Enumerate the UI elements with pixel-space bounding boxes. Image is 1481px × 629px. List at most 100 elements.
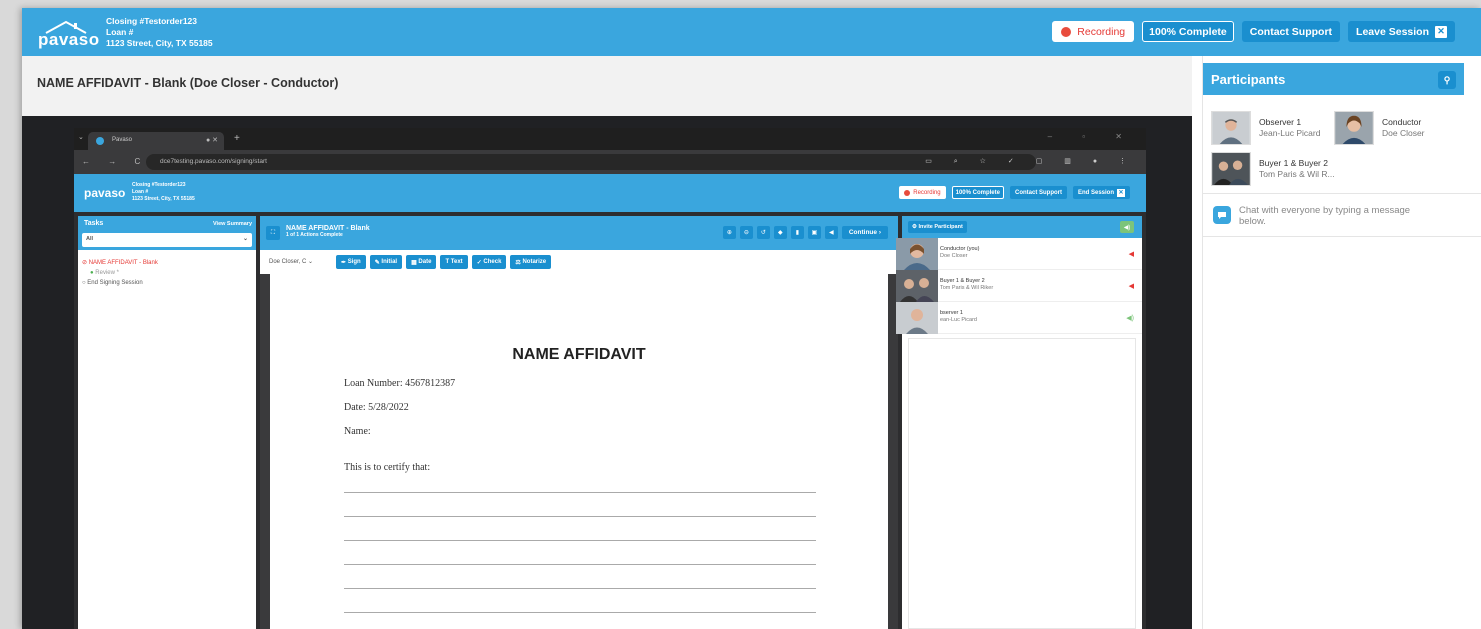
save-icon[interactable]: ▣ (807, 226, 821, 239)
browser-tab[interactable]: Pavaso ● ✕ (88, 132, 224, 150)
mic-muted-icon[interactable]: ◀ (1129, 250, 1134, 258)
inner-closing-info: Closing #Testorder123 Loan # 1123 Street… (132, 182, 195, 203)
mic-muted-icon[interactable]: ◀ (1129, 282, 1134, 290)
initial-field-button[interactable]: ✎ Initial (369, 255, 403, 269)
actions-complete: 1 of 1 Actions Complete (286, 232, 343, 238)
inner-actions: Recording 100% Complete Contact Support … (899, 186, 1130, 199)
browser-toolbar-icons: ▭ ⌕ ☆ ✓ ▢ ▥ ● ⋮ (925, 158, 1136, 165)
new-tab-icon: + (234, 133, 240, 144)
contact-support-button[interactable]: Contact Support (1241, 21, 1341, 42)
document-title-bar: NAME AFFIDAVIT - Blank (Doe Closer - Con… (22, 56, 1192, 116)
inner-participant-row[interactable]: Conductor (you) Doe Closer ◀ (896, 238, 1142, 270)
continue-button[interactable]: Continue › (841, 226, 888, 239)
top-bar: pavaso Closing #Testorder123 Loan # 1123… (22, 8, 1481, 56)
task-subitem[interactable]: ● Review * (82, 268, 252, 278)
speaker-icon[interactable]: ◀) (1120, 221, 1134, 233)
participant-card[interactable]: Buyer 1 & Buyer 2 Tom Paris & Wil R... (1211, 152, 1381, 186)
inner-participants-header: ⚙ Invite Participant ◀) (902, 216, 1142, 238)
page-icon[interactable]: ▮ (790, 226, 804, 239)
closing-info: Closing #Testorder123 Loan # 1123 Street… (106, 16, 213, 49)
participant-role: Buyer 1 & Buyer 2 (1259, 158, 1328, 168)
inner-loan-number: Loan # (132, 189, 149, 195)
participants-header: Participants ⚲ (1203, 63, 1464, 95)
tasks-header: Tasks View Summary All ⌄ (78, 216, 256, 250)
task-item-label: End Signing Session (87, 280, 143, 286)
property-address: 1123 Street, City, TX 55185 (106, 38, 213, 48)
tab-title: Pavaso (112, 137, 133, 143)
task-item[interactable]: ○ End Signing Session (82, 278, 252, 288)
close-icon: ✕ (1435, 25, 1447, 38)
thumbnails-icon[interactable]: ⛶ (266, 226, 280, 240)
inner-signing-app: pavaso Closing #Testorder123 Loan # 1123… (74, 174, 1146, 629)
name-line[interactable]: Name: (344, 426, 371, 437)
recording-button[interactable]: Recording (1052, 21, 1135, 42)
task-item-label: NAME AFFIDAVIT - Blank (88, 260, 158, 266)
blank-line (344, 540, 816, 541)
invite-participant-button[interactable]: ⚙ Invite Participant (908, 221, 967, 233)
record-dot-icon (1061, 26, 1072, 37)
page-heading: NAME AFFIDAVIT (512, 346, 646, 363)
inner-close-icon: ✕ (1117, 188, 1125, 197)
inner-participant-row[interactable]: bserver 1 ean-Luc Picard ◀) (896, 302, 1142, 334)
participant-person: Tom Paris & Wil Riker (940, 285, 994, 291)
chat-icon (1213, 206, 1231, 224)
inner-recording-button[interactable]: Recording (899, 186, 946, 199)
zoom-out-icon[interactable]: ⊖ (739, 226, 753, 239)
leave-session-button[interactable]: Leave Session ✕ (1348, 21, 1455, 42)
inner-participant-name: Buyer 1 & Buyer 2 Tom Paris & Wil Riker (940, 278, 993, 292)
undo-icon[interactable]: ↺ (756, 226, 770, 239)
sign-label: Sign (347, 259, 361, 265)
chat-placeholder[interactable]: Chat with everyone by typing a message b… (1239, 205, 1439, 227)
pin-icon[interactable]: ⚲ (1438, 71, 1456, 89)
avatar (1211, 152, 1251, 186)
inner-participants-pane: ⚙ Invite Participant ◀) Conductor (you) D… (896, 216, 1142, 629)
tab-search-icon: ⌄ (78, 134, 84, 141)
participant-person: Jean-Luc Picard (1259, 128, 1321, 138)
completion-badge[interactable]: 100% Complete (1142, 21, 1234, 42)
inner-top-bar: pavaso Closing #Testorder123 Loan # 1123… (74, 174, 1146, 212)
task-filter-select[interactable]: All ⌄ (82, 233, 252, 247)
check-field-button[interactable]: ✓ Check (471, 255, 507, 269)
inner-contact-support-button[interactable]: Contact Support (1009, 186, 1067, 199)
page-viewport: NAME AFFIDAVIT Loan Number: 4567812387 D… (260, 274, 898, 629)
avatar (1211, 111, 1251, 145)
tag-icon[interactable]: ◆ (773, 226, 787, 239)
leave-session-label: Leave Session (1356, 25, 1429, 38)
inner-participant-name: Conductor (you) Doe Closer (940, 246, 979, 260)
closing-number: Closing #Testorder123 (106, 16, 198, 26)
participant-card[interactable]: Conductor Doe Closer (1334, 111, 1454, 145)
sign-field-button[interactable]: ✒ Sign (336, 255, 366, 269)
date-field-button[interactable]: ▦ Date (406, 255, 437, 269)
participant-role: bserver 1 (940, 310, 963, 316)
view-summary-link[interactable]: View Summary (213, 221, 252, 227)
participant-person: ean-Luc Picard (940, 317, 977, 323)
text-field-button[interactable]: T Text (440, 255, 468, 269)
url-field[interactable]: dce7testing.pavaso.com/signing/start (146, 154, 1036, 170)
logo-text: pavaso (38, 30, 100, 49)
task-filter-value: All (86, 236, 94, 242)
inner-participant-row[interactable]: Buyer 1 & Buyer 2 Tom Paris & Wil Riker ◀ (896, 270, 1142, 302)
inner-doc-title: NAME AFFIDAVIT - Blank (286, 225, 370, 232)
end-session-button[interactable]: End Session ✕ (1072, 186, 1130, 199)
participant-name: Buyer 1 & Buyer 2 Tom Paris & Wil R... (1259, 158, 1335, 180)
invite-label: Invite Participant (918, 224, 963, 230)
check-circle-icon: ● (90, 270, 94, 276)
participant-role: Observer 1 (1259, 117, 1302, 127)
notarize-field-button[interactable]: ⚖ Notarize (510, 255, 552, 269)
tasks-panel: Tasks View Summary All ⌄ ⊘ NAME AFFIDAVI… (78, 216, 256, 629)
participants-title: Participants (1211, 72, 1286, 87)
blank-line (344, 612, 816, 613)
signer-select[interactable]: Doe Closer, C ⌄ (266, 255, 330, 269)
participant-person: Tom Paris & Wil R... (1259, 169, 1335, 179)
mic-active-icon[interactable]: ◀) (1126, 314, 1134, 322)
inner-body: Tasks View Summary All ⌄ ⊘ NAME AFFIDAVI… (74, 212, 1146, 629)
inner-completion-badge[interactable]: 100% Complete (951, 186, 1004, 199)
zoom-in-icon[interactable]: ⊕ (722, 226, 736, 239)
contact-support-label: Contact Support (1249, 25, 1333, 38)
send-icon[interactable]: ◀ (824, 226, 838, 239)
participant-card[interactable]: Observer 1 Jean-Luc Picard (1211, 111, 1331, 145)
blank-line (344, 492, 816, 493)
divider (1203, 236, 1481, 237)
tab-close-icon: ● ✕ (205, 137, 218, 144)
task-item[interactable]: ⊘ NAME AFFIDAVIT - Blank (82, 258, 252, 268)
